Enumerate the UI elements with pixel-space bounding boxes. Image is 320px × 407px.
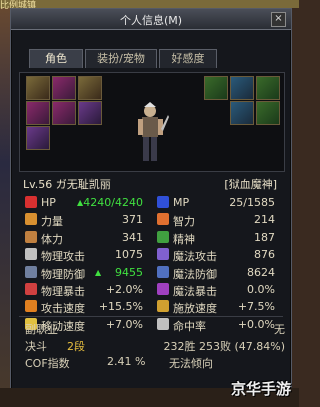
tab-outfit-pet[interactable]: 装扮/宠物 — [85, 49, 157, 68]
equip-slot-necklace[interactable] — [230, 76, 254, 100]
stat-value: +2.0% — [105, 282, 143, 296]
stat-row: 力量 371 智力 214 — [19, 211, 283, 228]
intelligence-icon — [157, 213, 169, 226]
stat-value: 0.0% — [247, 282, 275, 296]
tab-affinity[interactable]: 好感度 — [159, 49, 217, 68]
physical-attack-icon — [25, 248, 37, 261]
background-top: 比例城镇 — [0, 0, 299, 11]
stats-panel: HP ▲ 4240/4240 MP 25/1585 力量 371 智力 214 体力 341 精神 18… — [19, 194, 283, 333]
stat-label: 精神 — [173, 232, 195, 246]
cast-speed-icon — [157, 300, 169, 313]
hp-icon — [25, 196, 37, 208]
stat-label: 力量 — [41, 215, 63, 229]
watermark: 京华手游 — [230, 380, 291, 398]
magic-attack-icon — [157, 248, 169, 261]
stat-value: 4240/4240 — [83, 196, 143, 209]
equip-slot-shoes[interactable] — [26, 126, 50, 150]
equip-slot-shoulder[interactable] — [26, 76, 50, 100]
equipment-panel — [19, 72, 285, 172]
stat-label: MP — [173, 196, 190, 209]
level-row: Lv.56 ガ无耻凯丽 [狱血魔神] — [19, 174, 283, 192]
stat-value: 25/1585 — [229, 196, 275, 209]
stat-value: 1075 — [115, 248, 143, 262]
physical-defense-icon — [25, 265, 37, 278]
stat-value: 9455 — [115, 265, 143, 279]
stat-row: 物理暴击 +2.0% 魔法暴击 0.0% — [19, 281, 283, 298]
bottom-info: 副职业 无 决斗 2段 232胜 253败 (47.84%) COF指数 2.4… — [25, 319, 285, 370]
duel-rank: 2段 — [67, 340, 85, 353]
vitality-icon — [25, 230, 37, 243]
stat-label: HP — [41, 196, 56, 209]
equip-slot-magic-stone[interactable] — [256, 101, 280, 125]
equip-slot-top[interactable] — [52, 76, 76, 100]
duel-label: 决斗 — [25, 340, 47, 353]
stat-value: 371 — [122, 213, 143, 227]
equip-slot-title[interactable] — [78, 101, 102, 125]
stat-row: 攻击速度 +15.5% 施放速度 +7.5% — [19, 298, 283, 315]
magic-crit-icon — [157, 282, 169, 295]
attack-speed-icon — [25, 300, 37, 313]
character-info-window: 个人信息(M) × 角色 装扮/宠物 好感度 Lv.56 ガ无耻凯丽 [狱血魔神… — [10, 8, 292, 402]
stat-value: 187 — [254, 230, 275, 244]
divider — [19, 316, 283, 317]
tendency-value: 无法倾向 — [169, 357, 213, 370]
job-title: [狱血魔神] — [224, 178, 277, 191]
equip-slot-bracelet[interactable] — [204, 76, 228, 100]
strength-icon — [25, 213, 37, 226]
magic-defense-icon — [157, 265, 169, 278]
stat-value: 214 — [254, 213, 275, 227]
subjob-value: 无 — [274, 323, 285, 336]
equip-slot-weapon[interactable] — [78, 76, 102, 100]
window-title: 个人信息(M) — [119, 14, 183, 27]
stat-value: +15.5% — [98, 300, 143, 314]
stat-row: HP ▲ 4240/4240 MP 25/1585 — [19, 194, 283, 211]
stat-value: 8624 — [247, 265, 275, 279]
duel-record: 232胜 253败 (47.84%) — [163, 340, 285, 353]
mp-icon — [157, 196, 169, 208]
tab-character[interactable]: 角色 — [29, 49, 83, 68]
cof-value: 2.41 % — [107, 355, 146, 368]
level-name: Lv.56 ガ无耻凯丽 — [23, 178, 111, 191]
equip-slot-ring[interactable] — [256, 76, 280, 100]
spirit-icon — [157, 230, 169, 243]
equip-slot-bottom[interactable] — [52, 101, 76, 125]
close-button[interactable]: × — [271, 12, 286, 27]
stat-row: 物理防御 ▲ 9455 魔法防御 8624 — [19, 264, 283, 281]
title-bar[interactable]: 个人信息(M) × — [11, 9, 291, 30]
equip-slot-support[interactable] — [230, 101, 254, 125]
cof-label: COF指数 — [25, 357, 70, 370]
stat-row: 体力 341 精神 187 — [19, 229, 283, 246]
physical-crit-icon — [25, 282, 37, 295]
stat-value: 876 — [254, 248, 275, 262]
stat-row: 物理攻击 1075 魔法攻击 876 — [19, 246, 283, 263]
subjob-label: 副职业 — [25, 323, 58, 336]
stat-value: +7.5% — [237, 300, 275, 314]
equip-slot-belt[interactable] — [26, 101, 50, 125]
stat-label: 体力 — [41, 232, 63, 246]
stat-value: 341 — [122, 230, 143, 244]
character-avatar — [138, 102, 169, 161]
stat-label: 智力 — [173, 215, 195, 229]
